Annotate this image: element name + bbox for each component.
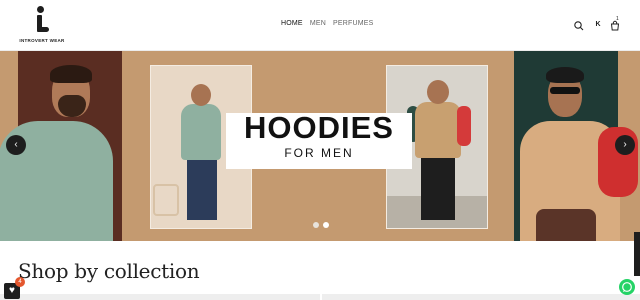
logo-text: INTROVERT WEAR <box>19 38 65 43</box>
hero-headline: HOODIES FOR MEN <box>226 110 412 169</box>
hero-image-right <box>514 51 638 241</box>
slider-dot-2[interactable] <box>323 222 329 228</box>
side-feedback-tab[interactable] <box>634 232 640 276</box>
slider-dot-1[interactable] <box>313 222 319 228</box>
nav-item-home[interactable]: HOME <box>281 20 303 32</box>
hero-subtitle: FOR MEN <box>284 146 354 160</box>
whatsapp-icon[interactable] <box>619 279 635 295</box>
wishlist-count-badge: 4 <box>15 277 25 287</box>
logo-mark-icon <box>35 6 49 36</box>
hero-title: HOODIES <box>244 110 394 145</box>
nav-item-men[interactable]: MEN <box>310 20 326 32</box>
cart-count: 1 <box>616 16 619 22</box>
collection-heading: Shop by collection <box>18 259 200 283</box>
collection-card[interactable] <box>322 294 640 300</box>
account-icon[interactable]: K <box>592 19 604 31</box>
main-nav: HOME MEN PERFUMES <box>281 20 373 32</box>
hero-slider: HOODIES FOR MEN ‹ › <box>0 51 640 241</box>
nav-item-perfumes[interactable]: PERFUMES <box>333 20 374 32</box>
slider-dots <box>313 222 329 228</box>
hero-image-left <box>0 51 122 241</box>
site-header: INTROVERT WEAR HOME MEN PERFUMES K 1 <box>0 0 640 51</box>
collection-card[interactable] <box>0 294 320 300</box>
cart-icon[interactable] <box>609 19 621 31</box>
search-icon[interactable] <box>573 19 585 31</box>
slider-prev-button[interactable]: ‹ <box>6 135 26 155</box>
logo[interactable]: INTROVERT WEAR <box>19 6 64 46</box>
slider-next-button[interactable]: › <box>615 135 635 155</box>
